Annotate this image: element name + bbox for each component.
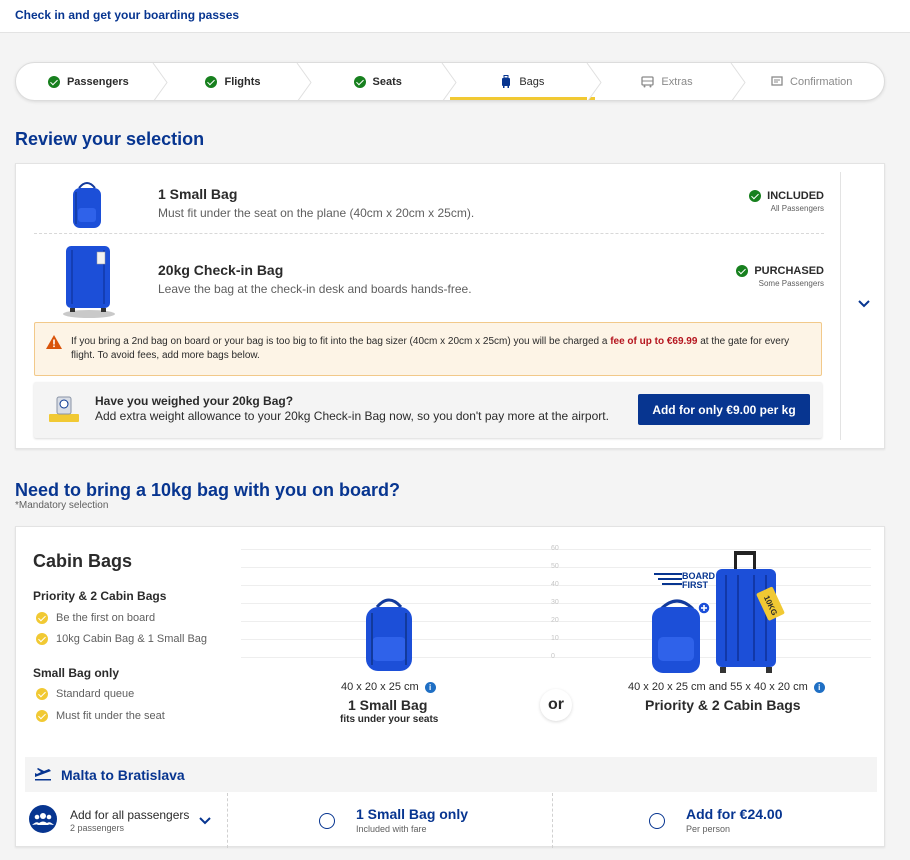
check-icon bbox=[353, 75, 366, 88]
weigh-banner: Have you weighed your 20kg Bag? Add extr… bbox=[34, 382, 822, 438]
step-seats[interactable]: Seats bbox=[305, 63, 457, 100]
step-confirmation[interactable]: Confirmation bbox=[739, 63, 884, 100]
step-bags[interactable]: Bags bbox=[450, 63, 602, 100]
option-small-bag-only[interactable]: 1 Small Bag only Included with fare bbox=[227, 793, 552, 848]
priority-option-name: Priority & 2 Cabin Bags bbox=[645, 697, 801, 713]
vertical-divider bbox=[840, 172, 841, 440]
check-icon bbox=[36, 633, 48, 645]
chevron-separator-icon bbox=[152, 63, 168, 100]
route-label: Malta to Bratislava bbox=[61, 767, 185, 783]
small-bag-radio[interactable] bbox=[319, 813, 335, 829]
route-bar: Malta to Bratislava bbox=[25, 757, 877, 792]
check-icon bbox=[36, 688, 48, 700]
chevron-separator-icon bbox=[586, 63, 602, 100]
priority-radio[interactable] bbox=[649, 813, 665, 829]
cabin-bags-title: Cabin Bags bbox=[33, 551, 133, 571]
review-card: 1 Small Bag Must fit under the seat on t… bbox=[15, 163, 885, 449]
priority-dimensions: 40 x 20 x 25 cm and 55 x 40 x 20 cm i bbox=[628, 681, 825, 693]
mandatory-note: *Mandatory selection bbox=[15, 500, 109, 511]
check-icon bbox=[736, 265, 749, 277]
check-icon bbox=[36, 710, 48, 722]
small-bag-name: 1 Small Bag bbox=[158, 186, 238, 202]
small-bullet: Standard queue bbox=[36, 688, 134, 700]
page-header-title: Check in and get your boarding passes bbox=[15, 8, 240, 22]
backpack-icon bbox=[73, 182, 101, 228]
add-for-all-passengers[interactable]: Add for all passengers 2 passengers bbox=[25, 793, 227, 848]
chevron-separator-icon bbox=[441, 63, 457, 100]
divider bbox=[34, 233, 824, 234]
included-with-fare: Included with fare bbox=[356, 824, 427, 834]
top-bar: Check in and get your boarding passes bbox=[0, 0, 910, 33]
info-icon[interactable]: i bbox=[424, 681, 436, 693]
info-icon[interactable]: i bbox=[813, 681, 825, 693]
bus-icon bbox=[641, 75, 655, 87]
checkin-bag-status: PURCHASED Some Passengers bbox=[736, 265, 824, 288]
small-bag-row: 1 Small Bag Must fit under the seat on t… bbox=[34, 174, 824, 234]
passengers-icon bbox=[29, 805, 57, 833]
luggage-icon bbox=[502, 75, 511, 88]
priority-bags-illustration bbox=[652, 551, 785, 673]
suitcase-icon bbox=[63, 246, 115, 318]
add-weight-button[interactable]: Add for only €9.00 per kg bbox=[638, 394, 810, 425]
check-icon bbox=[205, 75, 218, 88]
checkin-bag-desc: Leave the bag at the check-in desk and b… bbox=[158, 282, 472, 296]
weigh-text: Add extra weight allowance to your 20kg … bbox=[95, 409, 609, 423]
priority-bullet: 10kg Cabin Bag & 1 Small Bag bbox=[36, 633, 207, 645]
small-bullet: Must fit under the seat bbox=[36, 710, 165, 722]
priority-title: Priority & 2 Cabin Bags bbox=[33, 589, 167, 603]
small-bag-only-title: Small Bag only bbox=[33, 666, 120, 680]
small-bag-option-name: 1 Small Bag bbox=[348, 697, 428, 713]
check-icon bbox=[749, 190, 762, 202]
priority-price-label: Add for €24.00 bbox=[686, 806, 783, 822]
chevron-separator-icon bbox=[296, 63, 312, 100]
review-title: Review your selection bbox=[15, 129, 205, 149]
checkin-bag-name: 20kg Check-in Bag bbox=[158, 262, 284, 278]
or-separator: or bbox=[540, 689, 572, 721]
luggage-scale-icon bbox=[49, 396, 79, 422]
chevron-separator-icon bbox=[730, 63, 746, 100]
cabin-question-title: Need to bring a 10kg bag with you on boa… bbox=[15, 480, 401, 500]
check-icon bbox=[47, 75, 60, 88]
checkin-bag-row: 20kg Check-in Bag Leave the bag at the c… bbox=[34, 244, 824, 319]
add-all-label: Add for all passengers bbox=[70, 808, 190, 822]
plane-takeoff-icon bbox=[35, 768, 51, 781]
chevron-down-icon[interactable] bbox=[856, 296, 872, 312]
warning-icon bbox=[46, 335, 62, 349]
cabin-bags-card: Cabin Bags Priority & 2 Cabin Bags Be th… bbox=[15, 526, 885, 848]
option-priority[interactable]: Add for €24.00 Per person bbox=[552, 793, 877, 848]
board-first-badge: BOARD FIRST bbox=[682, 571, 715, 590]
small-bag-only-label: 1 Small Bag only bbox=[356, 806, 469, 822]
fee-warning: If you bring a 2nd bag on board or your … bbox=[34, 322, 822, 376]
check-icon bbox=[36, 612, 48, 624]
step-flights[interactable]: Flights bbox=[161, 63, 312, 100]
document-icon bbox=[771, 76, 783, 86]
checkin-stepper: Passengers Flights Seats Bags Extras Con… bbox=[15, 62, 885, 101]
small-backpack-icon bbox=[366, 598, 412, 671]
weigh-question: Have you weighed your 20kg Bag? bbox=[95, 394, 294, 408]
step-extras[interactable]: Extras bbox=[595, 63, 746, 100]
small-bag-option-note: fits under your seats bbox=[340, 714, 439, 725]
small-bag-status: INCLUDED All Passengers bbox=[749, 190, 824, 213]
step-passengers[interactable]: Passengers bbox=[16, 63, 168, 100]
chevron-down-icon[interactable] bbox=[198, 814, 212, 828]
priority-bullet: Be the first on board bbox=[36, 612, 155, 624]
per-person: Per person bbox=[686, 824, 731, 834]
passenger-count: 2 passengers bbox=[70, 823, 125, 833]
small-bag-dimensions: 40 x 20 x 25 cm i bbox=[341, 681, 436, 693]
warning-text: If you bring a 2nd bag on board or your … bbox=[71, 336, 790, 361]
small-bag-desc: Must fit under the seat on the plane (40… bbox=[158, 206, 475, 220]
